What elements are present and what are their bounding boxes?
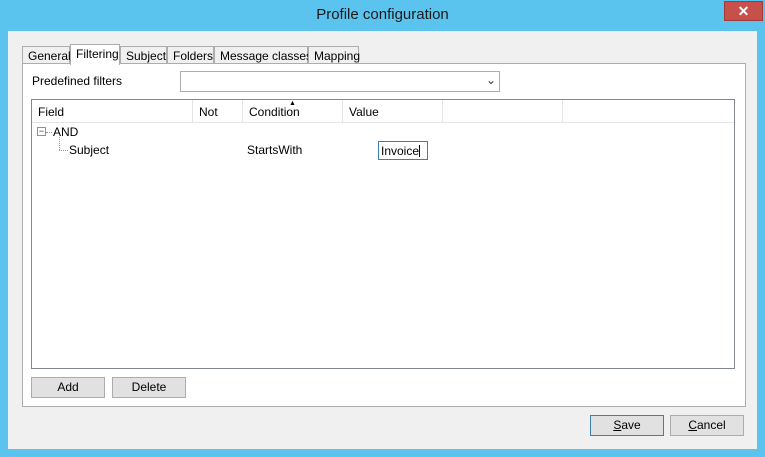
value-edit-input[interactable]: Invoice	[378, 141, 428, 160]
cancel-label-rest: ancel	[696, 418, 726, 432]
value-edit-text: Invoice	[381, 144, 420, 158]
tab-folders[interactable]: Folders	[167, 46, 214, 64]
sort-ascending-icon: ▲	[289, 100, 296, 107]
tree-node-subject[interactable]: Subject	[69, 143, 109, 157]
predefined-filters-dropdown[interactable]: ⌄	[180, 71, 500, 92]
dialog-client-area: General Filtering Subject Folders Messag…	[8, 31, 757, 449]
row-condition-value[interactable]: StartsWith	[247, 143, 302, 157]
tree-connector-vertical	[59, 137, 60, 150]
profile-configuration-window: Profile configuration ✕ General Filterin…	[0, 0, 765, 457]
column-header-condition-label: Condition	[249, 105, 300, 119]
save-label-rest: ave	[621, 418, 641, 432]
header-divider	[32, 122, 734, 123]
save-button[interactable]: Save	[590, 415, 664, 436]
text-caret	[419, 145, 421, 157]
collapse-icon[interactable]: −	[37, 127, 46, 136]
close-button[interactable]: ✕	[724, 1, 763, 21]
tab-filtering[interactable]: Filtering	[70, 44, 120, 65]
cancel-accelerator: C	[688, 418, 697, 432]
column-header-value[interactable]: Value	[343, 100, 443, 122]
tab-message-classes[interactable]: Message classes	[214, 46, 312, 64]
tab-general[interactable]: General	[22, 46, 71, 64]
window-title: Profile configuration	[316, 6, 449, 23]
title-bar[interactable]: Profile configuration ✕	[0, 0, 765, 30]
delete-button[interactable]: Delete	[112, 377, 186, 398]
cancel-button[interactable]: Cancel	[670, 415, 744, 436]
tab-subject[interactable]: Subject	[120, 46, 167, 64]
column-header-condition[interactable]: Condition ▲	[243, 100, 343, 122]
close-icon: ✕	[737, 3, 750, 19]
column-header-not[interactable]: Not	[193, 100, 243, 122]
column-header-empty	[443, 100, 563, 122]
filter-tree-grid[interactable]: Field Not Condition ▲ Value − AND Subjec…	[31, 99, 735, 369]
tree-node-and[interactable]: AND	[53, 125, 78, 139]
column-header-field[interactable]: Field	[32, 100, 193, 122]
add-button[interactable]: Add	[31, 377, 105, 398]
tab-mapping[interactable]: Mapping	[308, 46, 360, 64]
chevron-down-icon[interactable]: ⌄	[486, 73, 496, 87]
filtering-tab-panel: Predefined filters ⌄ Field Not Condition…	[22, 63, 746, 407]
tree-connector	[46, 132, 52, 133]
predefined-filters-label: Predefined filters	[32, 74, 123, 88]
tree-connector-child	[59, 150, 68, 151]
